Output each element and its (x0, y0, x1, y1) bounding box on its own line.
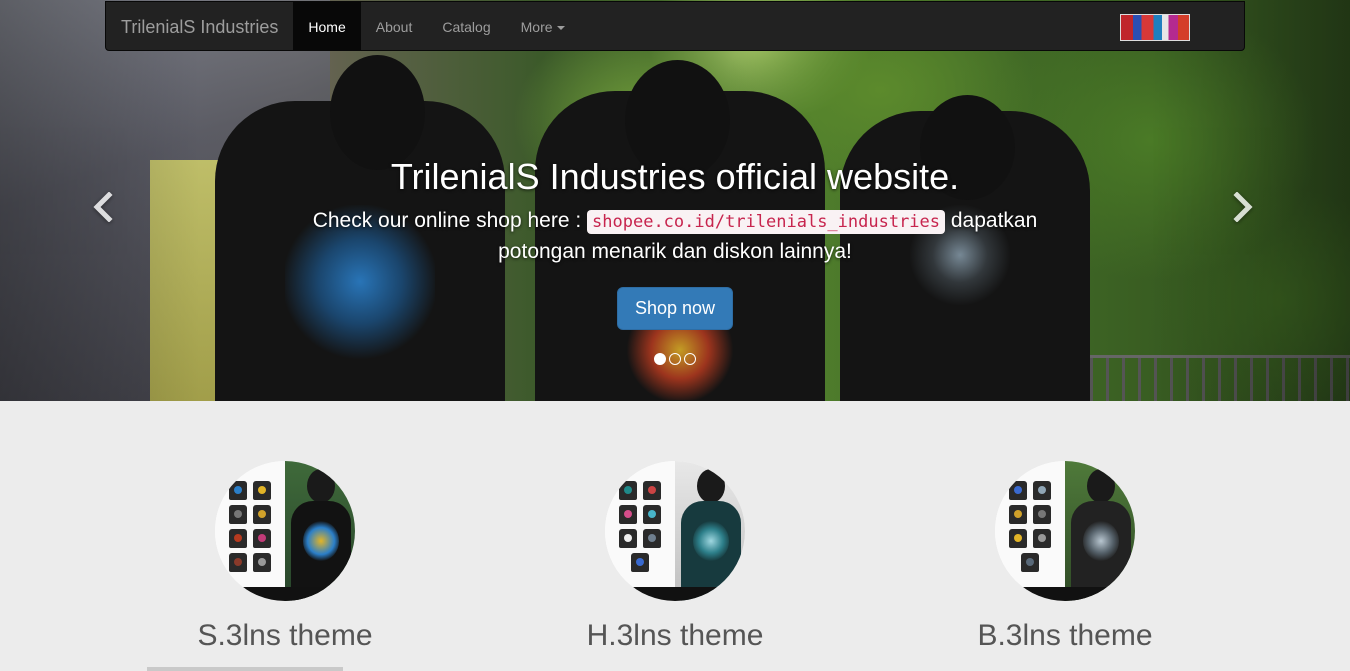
theme-title[interactable]: S.3lns theme (90, 619, 480, 653)
theme-thumbnail[interactable] (215, 461, 355, 601)
carousel-indicator-2[interactable] (669, 353, 681, 365)
catalog-list-image (995, 461, 1065, 601)
caret-down-icon (556, 26, 565, 31)
nav-more-dropdown[interactable]: More (506, 2, 580, 50)
navbar: TrilenialS Industries Home About Catalog… (105, 1, 1245, 51)
nav-more-label: More (520, 19, 553, 35)
trilenials-logo-icon[interactable] (1120, 14, 1190, 41)
theme-thumbnail[interactable] (605, 461, 745, 601)
nav-about[interactable]: About (361, 2, 428, 50)
themes-section: S.3lns theme H.3lns theme B.3lns theme (0, 401, 1350, 671)
nav-home[interactable]: Home (293, 2, 361, 50)
theme-card[interactable]: H.3lns theme (480, 461, 870, 653)
carousel-caption: TrilenialS Industries official website. … (0, 150, 1350, 330)
theme-card[interactable]: S.3lns theme (90, 461, 480, 653)
horizontal-scrollbar[interactable] (147, 667, 343, 671)
hero-heading: TrilenialS Industries official website. (390, 156, 960, 197)
model-photo (1065, 461, 1135, 601)
nav-catalog[interactable]: Catalog (427, 2, 505, 50)
carousel-indicator-3[interactable] (684, 353, 696, 365)
shop-link[interactable]: shopee.co.id/trilenials_industries (587, 210, 946, 234)
model-photo (285, 461, 355, 601)
hero-text-before: Check our online shop here : (312, 209, 582, 232)
carousel-indicators (0, 353, 1350, 365)
hero-description: Check our online shop here : shopee.co.i… (295, 206, 1055, 267)
theme-thumbnail[interactable] (995, 461, 1135, 601)
theme-title[interactable]: B.3lns theme (870, 619, 1260, 653)
navbar-brand[interactable]: TrilenialS Industries (106, 2, 293, 50)
theme-card[interactable]: B.3lns theme (870, 461, 1260, 653)
model-photo (675, 461, 745, 601)
carousel-indicator-1[interactable] (654, 353, 666, 365)
theme-title[interactable]: H.3lns theme (480, 619, 870, 653)
catalog-list-image (605, 461, 675, 601)
hero-carousel: TrilenialS Industries official website. … (0, 0, 1350, 401)
shop-now-button[interactable]: Shop now (616, 287, 734, 330)
catalog-list-image (215, 461, 285, 601)
